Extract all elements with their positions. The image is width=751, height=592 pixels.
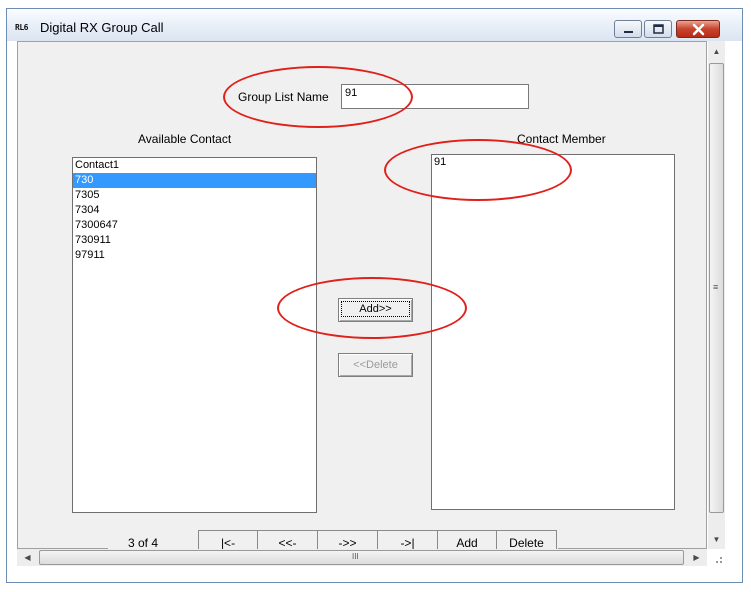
available-contact-item[interactable]: 97911 (73, 248, 316, 263)
scroll-right-icon[interactable]: ▶ (688, 549, 705, 566)
contact-member-list[interactable]: 91 (431, 154, 675, 510)
contact-member-label: Contact Member (517, 132, 606, 146)
add-contact-button-label: Add>> (341, 301, 410, 317)
available-contact-item[interactable]: 7305 (73, 188, 316, 203)
delete-contact-button[interactable]: <<Delete (338, 353, 413, 377)
available-contact-item[interactable]: Contact1 (73, 158, 316, 173)
window-title: Digital RX Group Call (40, 20, 164, 35)
app-icon: RL6 (15, 23, 28, 32)
group-list-name-input[interactable]: 91 (341, 84, 529, 109)
group-list-name-label: Group List Name (238, 90, 329, 104)
available-contact-item[interactable]: 730 (73, 173, 316, 188)
record-status: 3 of 4 (128, 536, 159, 550)
maximize-icon (653, 24, 664, 34)
size-grip-icon[interactable] (709, 550, 726, 567)
horizontal-scrollbar[interactable]: ◀ III ▶ (17, 549, 707, 566)
vertical-grip-icon: ≡ (713, 282, 719, 292)
form-area: Group List Name 91 Available Contact Con… (17, 41, 707, 556)
minimize-icon (624, 31, 633, 33)
vertical-scrollbar[interactable]: ▲ ≡ ▼ (708, 41, 725, 549)
close-icon (692, 23, 705, 36)
vertical-scroll-thumb[interactable]: ≡ (709, 63, 724, 513)
available-contact-label: Available Contact (138, 132, 232, 146)
scroll-down-icon[interactable]: ▼ (708, 531, 725, 548)
add-contact-button[interactable]: Add>> (338, 298, 413, 322)
available-contact-item[interactable]: 730911 (73, 233, 316, 248)
close-button[interactable] (676, 20, 720, 38)
group-call-window: RL6 Digital RX Group Call Group List Nam… (6, 8, 743, 583)
horizontal-scroll-thumb[interactable]: III (39, 550, 684, 565)
scroll-up-icon[interactable]: ▲ (708, 43, 725, 60)
title-bar[interactable]: RL6 Digital RX Group Call (7, 9, 742, 41)
scroll-left-icon[interactable]: ◀ (19, 549, 36, 566)
maximize-button[interactable] (644, 20, 672, 38)
available-contact-item[interactable]: 7300647 (73, 218, 316, 233)
available-contact-list[interactable]: Contact1 730 7305 7304 7300647 730911 97911 (72, 157, 317, 513)
available-contact-item[interactable]: 7304 (73, 203, 316, 218)
contact-member-item[interactable]: 91 (432, 155, 674, 170)
horizontal-grip-icon: III (352, 552, 359, 561)
minimize-button[interactable] (614, 20, 642, 38)
